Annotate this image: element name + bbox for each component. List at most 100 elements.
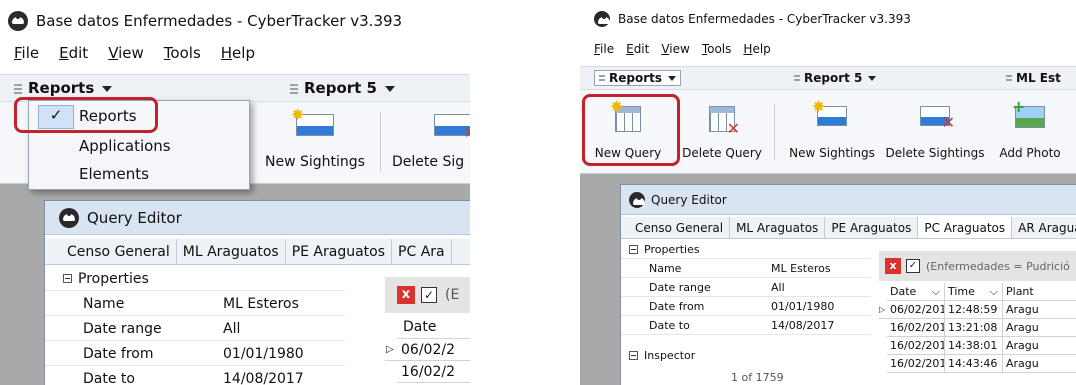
tab-censo-general[interactable]: Censo General <box>61 239 177 264</box>
delete-query-icon: ✕ <box>709 106 740 137</box>
table-cell-date[interactable]: 16/02/2015 <box>887 319 945 337</box>
property-row[interactable]: Date to 14/08/2017 <box>45 367 345 385</box>
sightings-grid: Date ▷ 06/02/2 16/02/2 <box>385 315 470 385</box>
property-row[interactable]: Date from 01/01/1980 <box>621 298 871 316</box>
collapse-icon <box>629 245 638 254</box>
column-header-date[interactable]: Date <box>397 315 470 339</box>
property-row[interactable]: Date from 01/01/1980 <box>45 342 345 366</box>
table-row[interactable]: 16/02/2 <box>397 361 470 383</box>
properties-panel: Properties Name ML Esteros Date range All … <box>45 267 345 385</box>
cybertracker-logo-icon <box>629 191 645 208</box>
column-header-date[interactable]: Date ⌵ <box>887 283 945 301</box>
table-cell-date[interactable]: 06/02/2015 <box>887 301 945 319</box>
report-selector-bar: Reports Report 5 ML Est <box>580 66 1076 90</box>
table-cell-plant[interactable]: Aragu <box>1003 319 1076 337</box>
menu-view[interactable]: View <box>108 44 144 72</box>
menu-tools[interactable]: Tools <box>702 42 732 64</box>
menu-tools[interactable]: Tools <box>164 44 201 72</box>
window-title: Base datos Enfermedades - CyberTracker v… <box>618 12 911 26</box>
row-marker-icon: ▷ <box>385 339 397 361</box>
reports-dropdown[interactable]: Reports <box>14 79 113 97</box>
table-row[interactable]: 06/02/2 <box>397 339 470 361</box>
tab-pe-araguatos[interactable]: PE Araguatos <box>286 239 393 264</box>
new-sightings-icon: ✸ <box>291 107 334 136</box>
table-cell-time[interactable]: 12:48:59 <box>945 301 1003 319</box>
tab-censo-general[interactable]: Censo General <box>629 217 731 238</box>
table-cell-time[interactable]: 14:43:46 <box>945 355 1003 373</box>
property-row[interactable]: Date range All <box>621 279 871 297</box>
table-cell-time[interactable]: 13:21:08 <box>945 319 1003 337</box>
property-row[interactable]: Date to 14/08/2017 <box>621 317 871 335</box>
report5-dropdown[interactable]: Report 5 <box>794 71 877 85</box>
table-cell-date[interactable]: 16/02/2015 <box>887 355 945 373</box>
table-cell-plant[interactable]: Aragu <box>1003 355 1076 373</box>
table-cell-plant[interactable]: Aragu <box>1003 337 1076 355</box>
sightings-grid: Date ⌵ Time ⌵ Plant ▷ 06/02/2015 12:48:5… <box>879 283 1076 385</box>
new-sightings-button[interactable]: ✸ New Sightings <box>784 99 880 161</box>
properties-header[interactable]: Properties <box>45 267 345 291</box>
tab-pc-araguatos[interactable]: PC Ara <box>392 239 452 264</box>
delete-sightings-button[interactable]: ✕ Delete Sig <box>392 114 470 170</box>
row-marker-icon: ▷ <box>879 301 887 319</box>
filter-checkbox[interactable]: ✓ <box>906 259 920 273</box>
column-header-time[interactable]: Time ⌵ <box>945 283 1003 301</box>
menu-help[interactable]: Help <box>221 44 255 72</box>
sort-icon: ⌵ <box>989 285 998 298</box>
tab-pc-araguatos[interactable]: PC Araguatos <box>918 217 1013 238</box>
grip-icon <box>290 83 298 94</box>
filter-bar: x ✓ (E <box>385 277 470 313</box>
reports-dropdown[interactable]: Reports <box>594 70 682 86</box>
tab-ml-araguatos[interactable]: ML Araguatos <box>177 239 286 264</box>
right-screenshot: Base datos Enfermedades - CyberTracker v… <box>580 0 1076 385</box>
new-sightings-button[interactable]: ✸ New Sightings <box>262 107 368 171</box>
query-editor-titlebar: Query Editor <box>621 185 1076 215</box>
cybertracker-logo-icon <box>59 207 79 228</box>
cybertracker-logo-icon <box>8 11 28 31</box>
inspector-header[interactable]: Inspector <box>621 345 871 365</box>
remove-filter-button[interactable]: x <box>885 258 901 274</box>
filter-checkbox[interactable]: ✓ <box>421 287 437 303</box>
delete-sightings-button[interactable]: ✕ Delete Sightings <box>882 106 988 160</box>
table-cell-time[interactable]: 14:38:01 <box>945 337 1003 355</box>
delete-sightings-icon: ✕ <box>434 114 470 141</box>
chevron-down-icon <box>102 85 113 92</box>
menu-file[interactable]: File <box>14 44 39 72</box>
menu-edit[interactable]: Edit <box>59 44 88 72</box>
tab-pe-araguatos[interactable]: PE Araguatos <box>825 217 919 238</box>
column-header-plant[interactable]: Plant <box>1003 283 1076 301</box>
query-tabs: Censo General ML Araguatos PE Araguatos … <box>45 239 470 265</box>
menu-bar: File Edit View Tools Help <box>0 44 470 72</box>
add-photo-icon: + <box>1012 97 1045 128</box>
highlight-box <box>582 94 680 166</box>
grip-icon <box>1006 74 1012 83</box>
menu-item-elements[interactable]: Elements <box>29 163 249 187</box>
ml-esteros-dropdown[interactable]: ML Est <box>1006 71 1061 85</box>
table-cell-date[interactable]: 16/02/2015 <box>887 337 945 355</box>
report5-dropdown[interactable]: Report 5 <box>290 79 395 97</box>
workspace: Query Editor Censo General ML Araguatos … <box>580 174 1076 385</box>
toolbar-separator <box>380 112 381 172</box>
delete-query-button[interactable]: ✕ Delete Query <box>680 106 764 160</box>
properties-header[interactable]: Properties <box>621 241 871 259</box>
property-row[interactable]: Name ML Esteros <box>621 260 871 278</box>
menu-help[interactable]: Help <box>743 42 770 64</box>
menu-file[interactable]: File <box>594 42 614 64</box>
remove-filter-button[interactable]: x <box>397 286 415 304</box>
property-row[interactable]: Name ML Esteros <box>45 292 345 316</box>
menu-item-applications[interactable]: Applications <box>29 135 249 159</box>
grip-icon <box>14 83 22 94</box>
grip-icon <box>794 74 800 83</box>
query-editor-titlebar: Query Editor <box>45 201 470 235</box>
property-row[interactable]: Date range All <box>45 317 345 341</box>
tab-ml-araguatos[interactable]: ML Araguatos <box>730 217 826 238</box>
query-editor-window: Query Editor Censo General ML Araguatos … <box>620 184 1076 385</box>
title-bar: Base datos Enfermedades - CyberTracker v… <box>580 0 1076 38</box>
query-editor-window: Query Editor Censo General ML Araguatos … <box>44 200 470 385</box>
tab-ar-araguatos[interactable]: AR Araguatos <box>1012 217 1076 238</box>
new-sightings-icon: ✸ <box>812 99 847 126</box>
menu-view[interactable]: View <box>661 42 689 64</box>
filter-bar: x ✓ (Enfermedades = Pudrició <box>879 251 1076 281</box>
table-cell-plant[interactable]: Aragu <box>1003 301 1076 319</box>
add-photo-button[interactable]: + Add Photo <box>992 97 1068 160</box>
menu-edit[interactable]: Edit <box>626 42 649 64</box>
